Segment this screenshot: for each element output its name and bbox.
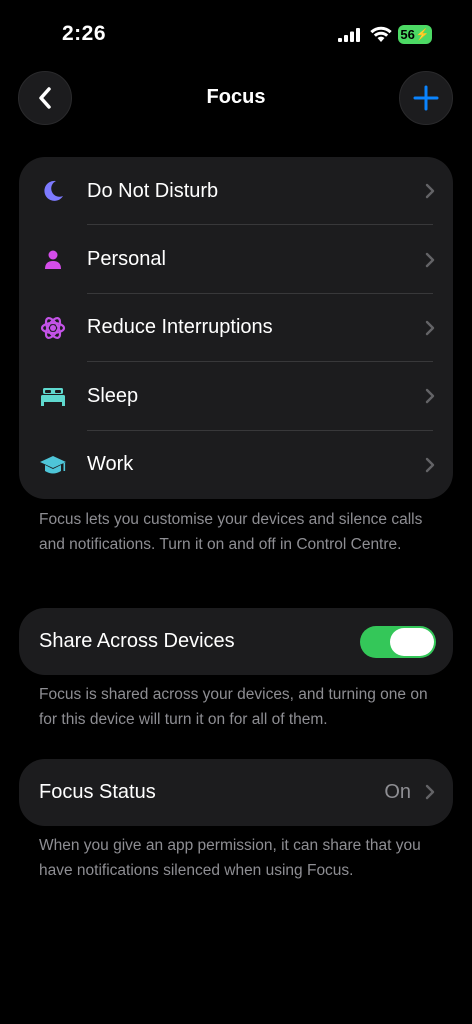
plus-icon [413, 85, 439, 111]
focus-status-value: On [384, 781, 411, 803]
chevron-right-icon [425, 183, 435, 199]
add-focus-button[interactable] [399, 71, 453, 125]
focus-status-footnote: When you give an app permission, it can … [39, 837, 421, 879]
chevron-right-icon [425, 784, 435, 800]
focus-item-work[interactable]: Work [19, 431, 453, 499]
graduation-cap-icon [39, 451, 67, 479]
person-icon [39, 246, 67, 274]
chevron-right-icon [425, 389, 435, 404]
bed-icon [39, 382, 67, 410]
focus-status-row[interactable]: Focus Status On [19, 759, 453, 826]
focus-footnote: Focus lets you customise your devices an… [39, 511, 423, 553]
wifi-icon [370, 26, 392, 42]
reduce-interruptions-icon [39, 314, 67, 342]
chevron-right-icon [425, 320, 435, 336]
focus-modes-list: Do Not Disturb Personal Reduce Interrupt… [19, 157, 453, 499]
focus-item-reduce-interruptions[interactable]: Reduce Interruptions [19, 294, 453, 363]
share-across-devices-toggle[interactable] [360, 626, 436, 658]
toggle-knob [390, 628, 434, 656]
share-across-devices-row: Share Across Devices [19, 608, 453, 675]
focus-item-personal[interactable]: Personal [19, 225, 453, 294]
focus-item-label: Sleep [87, 384, 139, 407]
focus-item-label: Reduce Interruptions [87, 316, 273, 339]
chevron-right-icon [425, 457, 435, 472]
focus-item-label: Do Not Disturb [87, 179, 219, 202]
focus-item-sleep[interactable]: Sleep [19, 362, 453, 431]
share-across-devices-label: Share Across Devices [39, 630, 235, 652]
focus-item-do-not-disturb[interactable]: Do Not Disturb [19, 157, 453, 226]
battery-level: 56 [400, 27, 415, 42]
moon-icon [39, 177, 67, 205]
share-footnote: Focus is shared across your devices, and… [39, 686, 428, 728]
focus-item-label: Work [87, 453, 134, 476]
status-bar: 2:26 56 ⚡ [0, 0, 472, 60]
cellular-signal-icon [338, 28, 360, 42]
chevron-right-icon [425, 252, 435, 267]
status-time: 2:26 [62, 22, 107, 45]
focus-status-label: Focus Status [39, 781, 156, 803]
battery-indicator: 56 ⚡ [398, 25, 432, 44]
charging-bolt-icon: ⚡ [415, 29, 430, 41]
focus-item-label: Personal [87, 248, 166, 271]
